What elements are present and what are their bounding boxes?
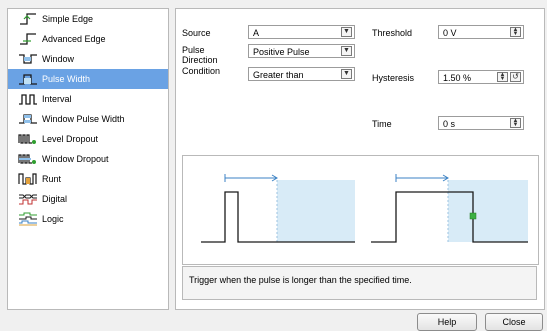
trigger-label: Window <box>42 54 75 64</box>
time-window-shade <box>277 180 355 242</box>
reset-icon[interactable]: ↺ <box>510 72 521 82</box>
source-label: Source <box>182 28 211 38</box>
trigger-label: Pulse Width <box>42 74 91 84</box>
pulse-direction-value: Positive Pulse <box>253 47 310 57</box>
time-value: 0 s <box>443 119 456 129</box>
spin-up-down-icon[interactable]: ▲ ▼ <box>510 27 521 37</box>
trigger-label: Level Dropout <box>42 134 99 144</box>
pulse-width-icon <box>19 74 37 85</box>
trigger-label: Simple Edge <box>42 14 94 24</box>
help-button[interactable]: Help <box>417 313 477 331</box>
trigger-item-interval[interactable]: Interval <box>8 89 168 109</box>
time-label: Time <box>372 119 392 129</box>
window-icon <box>19 54 37 64</box>
trigger-item-window[interactable]: Window <box>8 49 168 69</box>
threshold-value: 0 V <box>443 28 457 38</box>
condition-label: Condition <box>182 66 221 76</box>
trigger-item-level-dropout[interactable]: Level Dropout <box>8 129 168 149</box>
trigger-item-advanced-edge[interactable]: Advanced Edge <box>8 29 168 49</box>
hysteresis-spinbox[interactable]: 1.50 % ▲ ▼ ↺ <box>438 70 524 84</box>
trigger-item-digital[interactable]: Digital <box>8 189 168 209</box>
chevron-down-icon[interactable]: ▼ <box>341 69 352 79</box>
source-value: A <box>253 28 260 38</box>
trigger-description: Trigger when the pulse is longer than th… <box>182 266 537 300</box>
trigger-type-list: Simple Edge Advanced Edge Window Pulse W… <box>7 8 169 310</box>
window-dropout-icon <box>18 154 36 164</box>
pulse-direction-label-line2: Direction <box>182 55 218 65</box>
chevron-down-icon[interactable]: ▼ <box>341 46 352 56</box>
time-spinbox[interactable]: 0 s ▲ ▼ <box>438 116 524 130</box>
trigger-label: Window Pulse Width <box>42 114 125 124</box>
level-dropout-icon <box>18 134 36 144</box>
trigger-point-marker <box>469 212 477 220</box>
pulse-diagram-svg <box>201 174 528 243</box>
chevron-down-icon[interactable]: ▼ <box>341 27 352 37</box>
trigger-label: Logic <box>42 214 64 224</box>
window-pulse-width-icon <box>19 114 37 124</box>
trigger-item-simple-edge[interactable]: Simple Edge <box>8 9 168 29</box>
digital-icon <box>19 194 37 205</box>
hysteresis-value: 1.50 % <box>443 73 472 83</box>
hysteresis-label: Hysteresis <box>372 73 415 83</box>
trigger-label: Digital <box>42 194 68 204</box>
trigger-list: Simple Edge Advanced Edge Window Pulse W… <box>8 9 168 229</box>
interval-icon <box>19 94 37 105</box>
spin-up-down-icon[interactable]: ▲ ▼ <box>497 72 508 82</box>
pulse-direction-select[interactable]: Positive Pulse ▼ <box>248 44 355 58</box>
condition-select[interactable]: Greater than ▼ <box>248 67 355 81</box>
trigger-diagram <box>182 155 539 265</box>
trigger-settings-panel: Source A ▼ Pulse Direction Positive Puls… <box>175 8 545 310</box>
threshold-spinbox[interactable]: 0 V ▲ ▼ <box>438 25 524 39</box>
spin-up-down-icon[interactable]: ▲ ▼ <box>510 118 521 128</box>
simple-edge-icon <box>20 13 36 25</box>
condition-value: Greater than <box>253 70 304 80</box>
trigger-label: Advanced Edge <box>42 34 106 44</box>
logic-icon <box>19 212 37 226</box>
close-button[interactable]: Close <box>485 313 543 331</box>
trigger-item-window-dropout[interactable]: Window Dropout <box>8 149 168 169</box>
trigger-item-window-pulse-width[interactable]: Window Pulse Width <box>8 109 168 129</box>
pulse-direction-label-line1: Pulse <box>182 45 205 55</box>
threshold-label: Threshold <box>372 28 413 38</box>
trigger-item-pulse-width[interactable]: Pulse Width <box>8 69 168 89</box>
source-select[interactable]: A ▼ <box>248 25 355 39</box>
time-window-shade <box>448 180 528 242</box>
trigger-label: Interval <box>42 94 72 104</box>
trigger-item-runt[interactable]: Runt <box>8 169 168 189</box>
trigger-item-logic[interactable]: Logic <box>8 209 168 229</box>
trigger-label: Runt <box>42 174 62 184</box>
runt-icon <box>18 173 37 185</box>
advanced-edge-icon <box>20 33 36 45</box>
trigger-label: Window Dropout <box>42 154 109 164</box>
